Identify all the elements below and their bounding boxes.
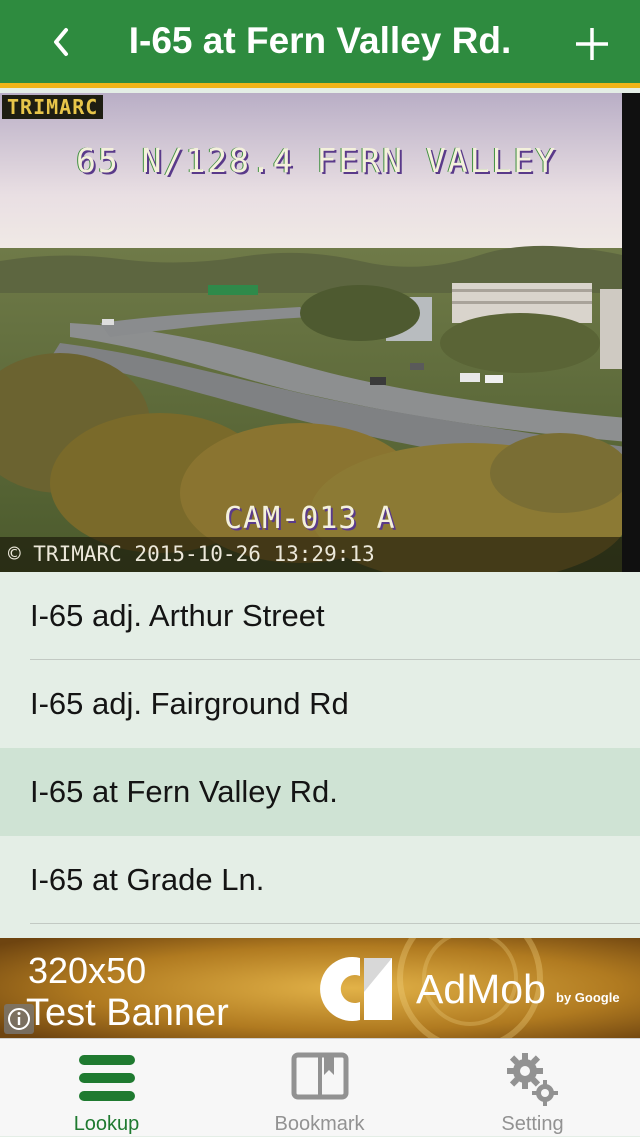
tab-label: Bookmark — [274, 1113, 365, 1135]
tab-bar: Lookup Bookmark Setting — [0, 1038, 640, 1136]
camera-source-badge: TRIMARC — [2, 95, 104, 119]
tab-label: Setting — [501, 1113, 564, 1135]
plus-icon[interactable] — [574, 26, 610, 62]
camera-timestamp: © TRIMARC 2015-10-26 13:29:13 — [8, 542, 375, 566]
divider — [30, 923, 640, 924]
page-title: I-65 at Fern Valley Rd. — [128, 20, 512, 61]
ad-by-google: by Google — [556, 990, 620, 1005]
list-item-label: I-65 adj. Fairground Rd — [30, 686, 349, 721]
chevron-left-icon[interactable] — [46, 22, 80, 62]
camera-list: I-65 adj. Arthur Street I-65 adj. Fairgr… — [0, 572, 640, 924]
list-item[interactable]: I-65 adj. Arthur Street — [0, 572, 640, 660]
tab-setting[interactable]: Setting — [426, 1039, 639, 1137]
list-item-label: I-65 adj. Arthur Street — [30, 598, 325, 633]
ad-title: 320x50 — [28, 950, 147, 991]
tab-lookup[interactable]: Lookup — [0, 1039, 213, 1137]
list-item[interactable]: I-65 at Grade Ln. — [0, 836, 640, 924]
ad-banner[interactable]: 320x50 Test Banner AdMob by Google — [0, 938, 640, 1038]
book-icon — [291, 1052, 348, 1100]
list-item-label: I-65 at Fern Valley Rd. — [30, 774, 338, 809]
ad-subtitle: Test Banner — [26, 992, 229, 1034]
list-icon — [78, 1055, 135, 1101]
camera-id-overlay: CAM-013 A — [224, 501, 396, 536]
info-icon[interactable] — [4, 1004, 34, 1034]
camera-image: TRIMARC 65 N/128.4 FERN VALLEY CAM-013 A… — [0, 93, 640, 572]
admob-logo — [320, 957, 392, 1021]
tab-label: Lookup — [73, 1113, 140, 1135]
navigation-bar: I-65 at Fern Valley Rd. — [0, 0, 640, 88]
list-item-selected[interactable]: I-65 at Fern Valley Rd. — [0, 748, 640, 836]
camera-edge-bar — [622, 93, 640, 572]
tab-bookmark[interactable]: Bookmark — [213, 1039, 426, 1137]
gears-icon — [506, 1053, 558, 1106]
list-item[interactable]: I-65 adj. Fairground Rd — [0, 660, 640, 748]
list-item-label: I-65 at Grade Ln. — [30, 862, 265, 897]
camera-location-overlay: 65 N/128.4 FERN VALLEY — [76, 141, 558, 180]
ad-brand: AdMob — [416, 966, 546, 1012]
